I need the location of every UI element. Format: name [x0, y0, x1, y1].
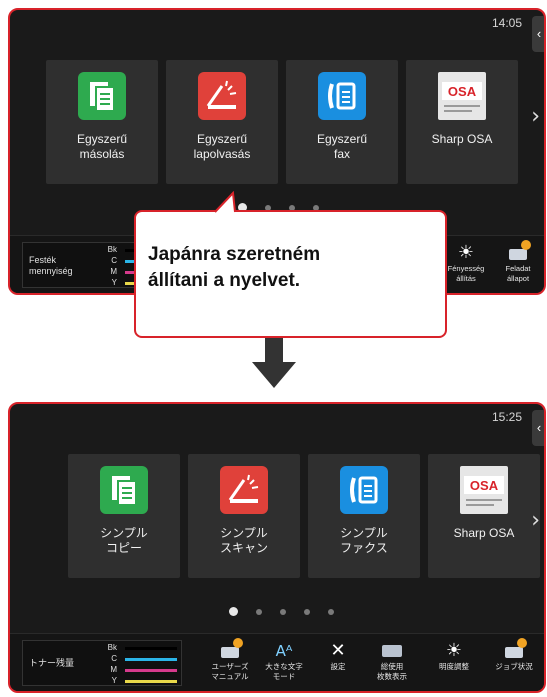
large-text-icon: Aᴬ	[275, 642, 293, 660]
osa-icon: OSA	[438, 72, 486, 120]
next-page-arrow-icon[interactable]: ›	[531, 104, 540, 129]
speech-callout: Japánra szeretném állítani a nyelvet.	[134, 210, 447, 338]
home-screen-after: 15:25 ‹ シンプル コピー シンプル スキャン シンプル ファクス OSA…	[8, 402, 546, 693]
manual-icon	[219, 638, 243, 662]
scanner-icon	[220, 466, 268, 514]
tile-sharp-osa[interactable]: OSA Sharp OSA	[406, 60, 518, 184]
next-page-arrow-icon[interactable]: ›	[531, 508, 540, 533]
side-panel-tab[interactable]: ‹	[532, 16, 544, 52]
side-panel-tab[interactable]: ‹	[532, 410, 544, 446]
clock: 15:25	[491, 410, 522, 424]
settings-icon: ✕	[330, 640, 346, 661]
brightness-button[interactable]: ☀ 明度調整	[428, 638, 480, 690]
clock: 14:05	[491, 16, 522, 30]
tile-label: Egyszerű másolás	[76, 132, 128, 161]
tile-label: Egyszerű lapolvasás	[193, 132, 251, 161]
toner-level-panel[interactable]: トナー残量 Bk C M Y	[22, 640, 182, 686]
tile-simple-scan[interactable]: シンプル スキャン	[188, 454, 300, 578]
fax-icon	[318, 72, 366, 120]
toner-label: トナー残量	[29, 658, 75, 668]
scanner-icon	[198, 72, 246, 120]
brightness-button[interactable]: ☀ Fényesség állítás	[440, 240, 492, 292]
large-text-mode-button[interactable]: Aᴬ 大きな文字 モード	[258, 638, 310, 690]
osa-icon: OSA	[460, 466, 508, 514]
copy-icon	[78, 72, 126, 120]
tile-easy-scan[interactable]: Egyszerű lapolvasás	[166, 60, 278, 184]
tile-label: Sharp OSA	[431, 132, 493, 146]
toner-label: Festék mennyiség	[29, 255, 73, 276]
page-indicator	[229, 607, 334, 616]
job-status-icon	[503, 638, 527, 662]
down-arrow-icon	[252, 338, 296, 388]
toner-row-y: Y	[101, 676, 179, 686]
callout-text: Japánra szeretném állítani a nyelvet.	[148, 244, 321, 291]
svg-text:OSA: OSA	[448, 84, 477, 99]
svg-text:OSA: OSA	[470, 478, 499, 493]
copy-icon	[100, 466, 148, 514]
tile-easy-fax[interactable]: Egyszerű fax	[286, 60, 398, 184]
tile-label: シンプル スキャン	[219, 526, 268, 555]
fax-icon	[340, 466, 388, 514]
tile-sharp-osa[interactable]: OSA Sharp OSA	[428, 454, 540, 578]
counter-icon	[381, 640, 403, 662]
toner-row-m: M	[101, 665, 179, 675]
tile-label: シンプル ファクス	[340, 526, 388, 555]
tile-label: Egyszerű fax	[316, 132, 368, 161]
job-status-icon	[507, 240, 531, 264]
callout-pointer	[214, 191, 236, 213]
page-dot[interactable]	[328, 608, 334, 615]
tile-easy-copy[interactable]: Egyszerű másolás	[46, 60, 158, 184]
page-dot[interactable]	[280, 608, 286, 615]
toner-row-c: C	[101, 654, 179, 664]
tile-simple-copy[interactable]: シンプル コピー	[68, 454, 180, 578]
tile-label: Sharp OSA	[453, 526, 515, 540]
brightness-icon: ☀	[445, 640, 463, 661]
user-manual-button[interactable]: ユーザーズ マニュアル	[204, 638, 256, 690]
page-dot[interactable]	[229, 607, 238, 616]
tile-label: シンプル コピー	[100, 526, 148, 555]
tile-simple-fax[interactable]: シンプル ファクス	[308, 454, 420, 578]
toner-row-bk: Bk	[101, 643, 179, 653]
bottom-bar: トナー残量 Bk C M Y ユーザーズ マニュアル Aᴬ 大きな文字 モード …	[10, 633, 544, 691]
page-dot[interactable]	[304, 608, 310, 615]
brightness-icon: ☀	[457, 242, 475, 263]
job-status-button[interactable]: Feladat állapot	[492, 240, 544, 292]
settings-button[interactable]: ✕ 設定	[312, 638, 364, 690]
job-status-button[interactable]: ジョブ状況	[488, 638, 540, 690]
total-count-button[interactable]: 総使用 枚数表示	[366, 638, 418, 690]
page-dot[interactable]	[256, 608, 262, 615]
